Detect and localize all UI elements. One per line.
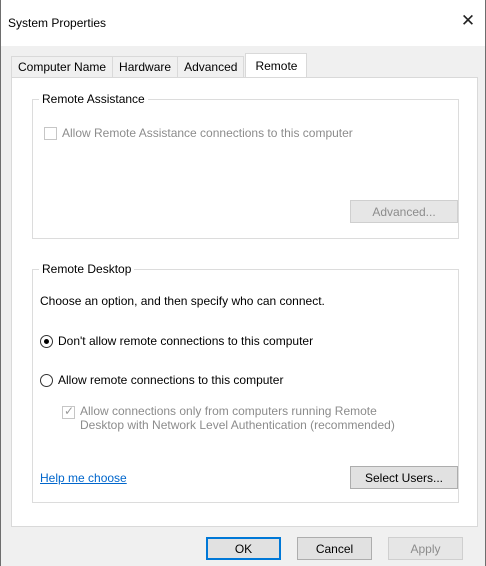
apply-button[interactable]: Apply <box>388 537 463 560</box>
advanced-button[interactable]: Advanced... <box>350 200 458 223</box>
select-users-button[interactable]: Select Users... <box>350 466 458 489</box>
help-me-choose-link[interactable]: Help me choose <box>40 471 127 485</box>
cancel-button[interactable]: Cancel <box>297 537 372 560</box>
remote-desktop-instruction: Choose an option, and then specify who c… <box>40 294 325 308</box>
ok-button[interactable]: OK <box>206 537 281 560</box>
remote-assistance-row: Allow Remote Assistance connections to t… <box>44 126 353 140</box>
allow-radio[interactable] <box>40 373 53 387</box>
remote-tab-panel: Remote Assistance Allow Remote Assistanc… <box>11 77 478 527</box>
allow-remote-assistance-label: Allow Remote Assistance connections to t… <box>62 126 353 140</box>
nla-label-line1: Allow connections only from computers ru… <box>80 404 377 418</box>
close-button[interactable]: ✕ <box>451 6 485 36</box>
remote-assistance-group: Remote Assistance Allow Remote Assistanc… <box>32 92 459 239</box>
tab-computer-name[interactable]: Computer Name <box>11 56 114 77</box>
tab-remote[interactable]: Remote <box>245 53 308 77</box>
dont-allow-label[interactable]: Don't allow remote connections to this c… <box>58 334 313 348</box>
tab-strip: Computer Name Hardware Advanced Remote <box>11 53 308 77</box>
system-properties-window: System Properties ✕ Computer Name Hardwa… <box>0 0 486 566</box>
tab-advanced[interactable]: Advanced <box>177 56 245 77</box>
allow-option-row: Allow remote connections to this compute… <box>40 373 283 387</box>
title-bar: System Properties ✕ <box>1 0 485 46</box>
allow-label[interactable]: Allow remote connections to this compute… <box>58 373 283 387</box>
allow-remote-assistance-checkbox[interactable] <box>44 126 57 140</box>
tab-hardware[interactable]: Hardware <box>112 56 179 77</box>
help-link-row: Help me choose <box>40 471 127 485</box>
remote-assistance-title: Remote Assistance <box>39 92 148 106</box>
remote-desktop-group: Remote Desktop Choose an option, and the… <box>32 262 459 503</box>
dont-allow-radio[interactable] <box>40 334 53 348</box>
nla-row: Allow connections only from computers ru… <box>62 404 395 432</box>
dont-allow-option-row: Don't allow remote connections to this c… <box>40 334 313 348</box>
nla-checkbox[interactable] <box>62 404 75 419</box>
close-icon: ✕ <box>460 11 476 30</box>
remote-desktop-title: Remote Desktop <box>39 262 135 276</box>
nla-label-line2: Desktop with Network Level Authenticatio… <box>80 418 395 432</box>
nla-label: Allow connections only from computers ru… <box>80 404 395 432</box>
instruction-row: Choose an option, and then specify who c… <box>40 294 325 308</box>
window-title: System Properties <box>8 16 107 30</box>
